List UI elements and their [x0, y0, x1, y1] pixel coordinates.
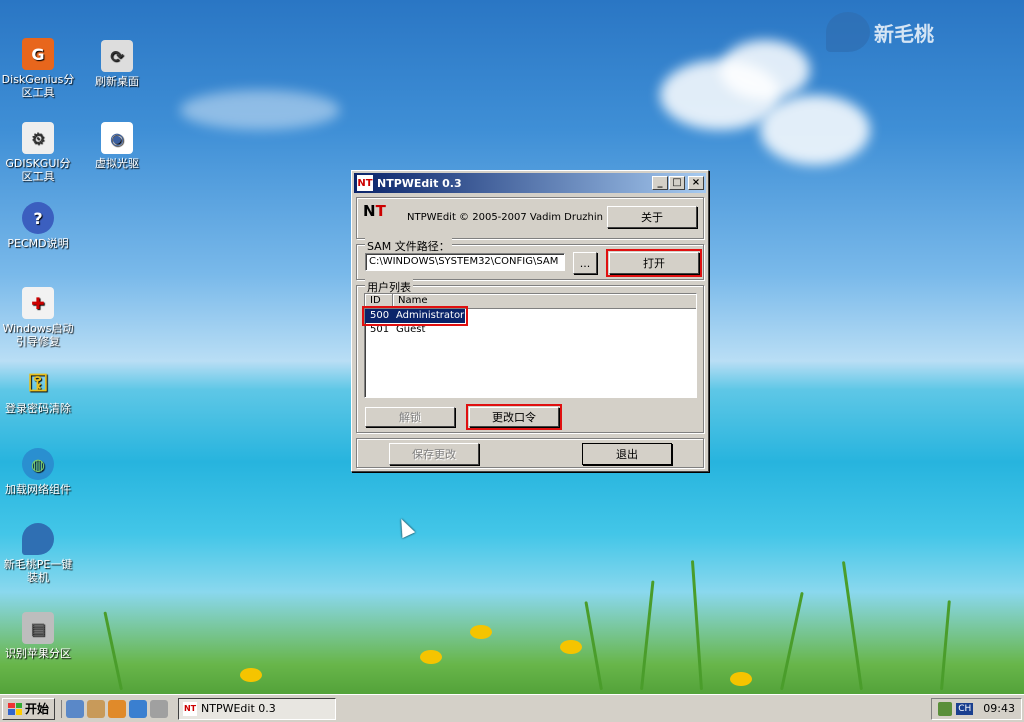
desktop-icon-label: 刷新桌面: [95, 75, 139, 88]
user-name: Guest: [396, 324, 426, 335]
quick-launch-screenshot-icon[interactable]: [129, 699, 148, 718]
unlock-button[interactable]: 解锁: [365, 407, 455, 427]
taskbar: 开始 NT NTPWEdit 0.3 CH 09:43: [0, 694, 1024, 722]
taskbar-item-ntpwedit[interactable]: NT NTPWEdit 0.3: [178, 697, 337, 720]
desktop-icon-label: 识别苹果分区: [5, 647, 71, 660]
ntpwedit-task-icon: NT: [183, 701, 198, 716]
desktop-icon-network[interactable]: ◍ 加载网络组件: [1, 448, 75, 496]
mouse-cursor: [394, 515, 416, 539]
quick-launch-cleaner-icon[interactable]: [87, 699, 106, 718]
desktop-icon-virtual-cd[interactable]: ◉ 虚拟光驱: [80, 122, 154, 170]
brand-text: 新毛桃: [874, 21, 934, 46]
bottom-button-group: 保存更改 退出: [356, 438, 704, 468]
desktop-icon-one-key-install[interactable]: 新毛桃PE一键装机: [1, 523, 75, 584]
start-button[interactable]: 开始: [2, 697, 56, 720]
column-id[interactable]: ID: [365, 294, 393, 308]
sam-path-label: SAM 文件路径：: [365, 238, 452, 254]
clock[interactable]: 09:43: [983, 702, 1015, 715]
close-button[interactable]: ×: [688, 176, 704, 190]
brand-logo: 新毛桃: [826, 12, 934, 52]
user-id: 500: [370, 310, 390, 321]
quick-launch-tool-icon[interactable]: [66, 699, 85, 718]
user-name: Administrator: [396, 310, 465, 321]
desktop-icon-diskgenius[interactable]: G DiskGenius分区工具: [1, 38, 75, 99]
taskbar-item-label: NTPWEdit 0.3: [201, 702, 276, 715]
desktop-icon-label: DiskGenius分区工具: [1, 73, 75, 99]
user-list[interactable]: ID Name 500 Administrator 501 Guest: [362, 293, 697, 398]
key-icon: ⚿: [28, 368, 48, 397]
boot-repair-icon: ✚: [22, 287, 54, 319]
ntpwedit-logo-icon: NT: [363, 202, 386, 220]
desktop-icon-label: 加载网络组件: [5, 483, 71, 496]
desktop-icon-apple-partition[interactable]: ▤ 识别苹果分区: [1, 612, 75, 660]
user-list-header: ID Name: [365, 294, 696, 309]
quick-launch: [61, 699, 169, 718]
peach-icon: [22, 523, 54, 555]
user-id: 501: [370, 324, 390, 335]
desktop-icon-pecmd[interactable]: ? PECMD说明: [1, 202, 75, 250]
exit-button[interactable]: 退出: [582, 443, 672, 465]
open-button[interactable]: 打开: [606, 249, 702, 277]
help-icon: ?: [22, 202, 54, 234]
peach-logo-icon: [826, 12, 870, 52]
gdiskgui-icon: ⚙: [22, 122, 54, 154]
input-method-indicator[interactable]: CH: [956, 702, 974, 715]
desktop-icon-label: 登录密码清除: [5, 402, 71, 415]
desktop-icon-password-clear[interactable]: ⚿ 登录密码清除: [1, 367, 75, 416]
refresh-desktop-icon: ⟳: [101, 40, 133, 72]
globe-icon: ◍: [22, 448, 54, 480]
drive-icon: ▤: [22, 612, 54, 644]
save-changes-button[interactable]: 保存更改: [389, 443, 479, 465]
desktop-icon-gdiskgui[interactable]: ⚙ GDISKGUI分区工具: [1, 122, 75, 183]
desktop-icon-label: 虚拟光驱: [95, 157, 139, 170]
windows-logo-icon: [8, 702, 22, 715]
desktop-icon-label: Windows启动引导修复: [2, 322, 74, 348]
sam-path-input[interactable]: C:\WINDOWS\SYSTEM32\CONFIG\SAM: [365, 253, 565, 271]
header-group: NT NTPWEdit © 2005-2007 Vadim Druzhin 关于: [356, 197, 704, 239]
start-label: 开始: [25, 702, 50, 716]
column-name[interactable]: Name: [393, 294, 696, 308]
ntpwedit-app-icon: NT: [357, 175, 373, 191]
desktop-icon-label: 新毛桃PE一键装机: [3, 558, 73, 584]
copyright-text: NTPWEdit © 2005-2007 Vadim Druzhin: [407, 212, 604, 223]
desktop-icon-boot-repair[interactable]: ✚ Windows启动引导修复: [1, 287, 75, 348]
desktop-icon-label: GDISKGUI分区工具: [5, 157, 71, 183]
window-title: NTPWEdit 0.3: [377, 176, 462, 190]
browse-button[interactable]: ...: [573, 252, 597, 274]
desktop-icon-label: PECMD说明: [7, 237, 69, 250]
ntpwedit-window[interactable]: NT NTPWEdit 0.3 _ □ × NT NTPWEdit © 2005…: [351, 170, 709, 472]
user-list-group: 用户列表 ID Name 500 Administrator 501 Guest…: [356, 279, 704, 433]
user-row-administrator[interactable]: 500 Administrator: [362, 306, 468, 326]
minimize-button[interactable]: _: [652, 176, 668, 190]
desktop-icon-refresh[interactable]: ⟳ 刷新桌面: [80, 40, 154, 88]
virtual-cd-icon: ◉: [101, 122, 133, 154]
quick-launch-eraser-icon[interactable]: [150, 699, 169, 718]
diskgenius-icon: G: [22, 38, 54, 70]
window-titlebar[interactable]: NT NTPWEdit 0.3 _ □ ×: [354, 173, 706, 193]
change-password-button[interactable]: 更改口令: [466, 404, 562, 430]
network-status-icon[interactable]: [938, 701, 953, 716]
sam-path-group: SAM 文件路径： C:\WINDOWS\SYSTEM32\CONFIG\SAM…: [356, 238, 704, 280]
quick-launch-explorer-icon[interactable]: [108, 699, 127, 718]
maximize-button[interactable]: □: [669, 176, 685, 190]
system-tray: CH 09:43: [931, 697, 1022, 720]
user-row-guest[interactable]: 501 Guest: [365, 323, 696, 337]
about-button[interactable]: 关于: [607, 206, 697, 228]
